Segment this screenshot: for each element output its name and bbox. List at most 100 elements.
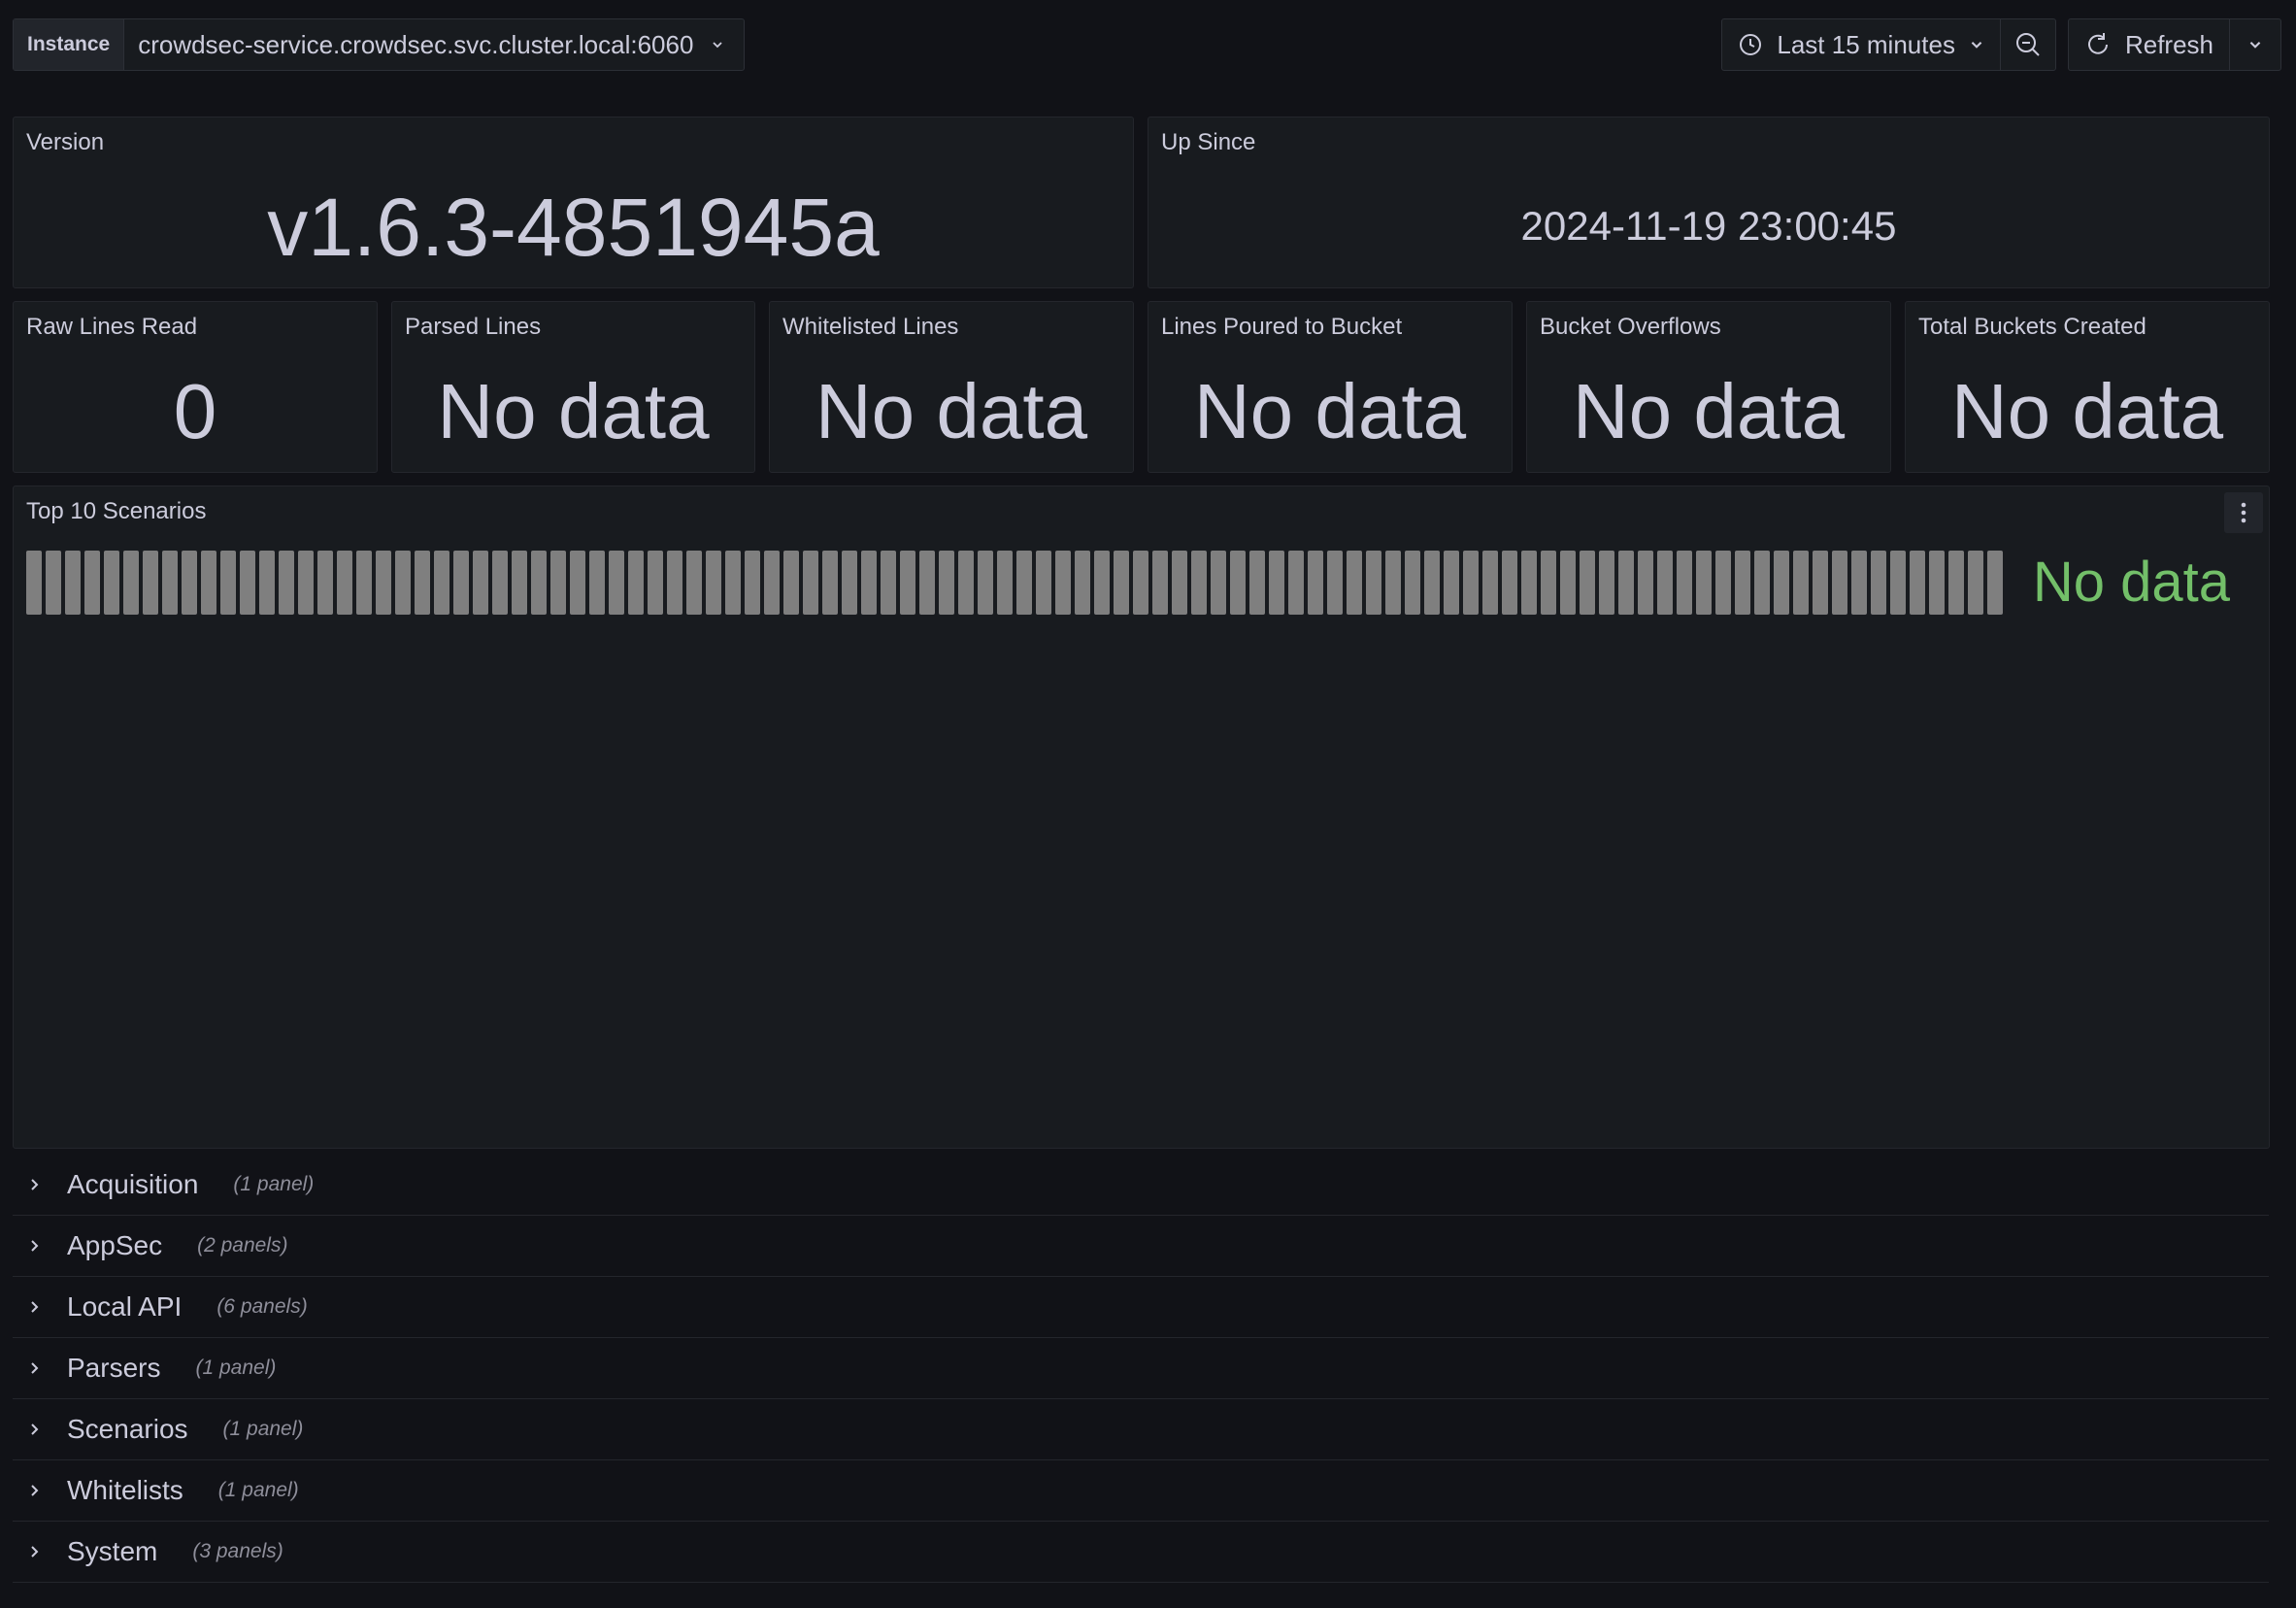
- row-panel-count: (6 panels): [216, 1295, 308, 1318]
- bar-segment: [240, 551, 255, 615]
- bar-segment: [1580, 551, 1595, 615]
- bar-segment: [1075, 551, 1090, 615]
- bar-segment: [182, 551, 197, 615]
- dashboard-row[interactable]: Scenarios (1 panel): [13, 1399, 2269, 1460]
- bar-segment: [1754, 551, 1770, 615]
- dashboard-row[interactable]: Whitelists (1 panel): [13, 1460, 2269, 1522]
- bar-segment: [1521, 551, 1537, 615]
- zoom-out-button[interactable]: [1999, 19, 2055, 70]
- bar-segment: [376, 551, 391, 615]
- instance-select-value: crowdsec-service.crowdsec.svc.cluster.lo…: [138, 29, 694, 59]
- bar-segment: [1851, 551, 1867, 615]
- dashboard-row[interactable]: Parsers (1 panel): [13, 1338, 2269, 1399]
- bar-segment: [706, 551, 721, 615]
- bar-segment: [1832, 551, 1847, 615]
- bar-segment: [881, 551, 896, 615]
- row-title: System: [67, 1536, 158, 1566]
- bar-segment: [1968, 551, 1983, 615]
- bar-segment: [1347, 551, 1362, 615]
- bar-segment: [1269, 551, 1284, 615]
- bar-segment: [745, 551, 760, 615]
- total-buckets-panel: Total Buckets Created No data: [1905, 301, 2270, 473]
- bar-segment: [1463, 551, 1479, 615]
- refresh-icon: [2088, 33, 2108, 54]
- bar-segment: [143, 551, 158, 615]
- bar-segment: [298, 551, 314, 615]
- bar-segment: [1541, 551, 1556, 615]
- bar-segment: [473, 551, 488, 615]
- dashboard-row[interactable]: AppSec (2 panels): [13, 1216, 2269, 1277]
- bar-segment: [512, 551, 527, 615]
- bar-segment: [842, 551, 857, 615]
- panel-title: Parsed Lines: [405, 314, 542, 340]
- bar-segment: [1677, 551, 1692, 615]
- bar-segment: [492, 551, 508, 615]
- bar-segment: [279, 551, 294, 615]
- bar-segment: [356, 551, 372, 615]
- bar-segment: [1871, 551, 1886, 615]
- bar-segment: [1638, 551, 1653, 615]
- bar-segment: [1327, 551, 1343, 615]
- chevron-right-icon: [31, 1485, 39, 1496]
- up-since-value: 2024-11-19 23:00:45: [1520, 203, 1897, 249]
- dashboard-row[interactable]: Acquisition (1 panel): [13, 1155, 2269, 1216]
- chevron-down-icon: [1971, 41, 1982, 49]
- panel-title: Total Buckets Created: [1918, 314, 2146, 340]
- panel-title: Version: [26, 129, 105, 155]
- clock-icon: [1740, 34, 1762, 55]
- total-buckets-value: No data: [1950, 368, 2224, 454]
- bar-segment: [667, 551, 682, 615]
- panel-title: Raw Lines Read: [26, 314, 198, 340]
- bar-segment: [434, 551, 449, 615]
- time-controls: Last 15 minutes Refresh: [1721, 18, 2281, 71]
- bar-segment: [978, 551, 993, 615]
- bar-segment: [570, 551, 585, 615]
- bar-segment: [919, 551, 935, 615]
- lines-poured-value: No data: [1193, 368, 1467, 454]
- bar-segment: [822, 551, 838, 615]
- bar-segment: [1172, 551, 1187, 615]
- dashboard-row[interactable]: Local API (6 panels): [13, 1277, 2269, 1338]
- lines-poured-panel: Lines Poured to Bucket No data: [1148, 301, 1513, 473]
- bar-segment: [550, 551, 566, 615]
- bar-segment: [65, 551, 81, 615]
- bar-segment: [686, 551, 702, 615]
- chevron-right-icon: [31, 1424, 39, 1435]
- refresh-group: Refresh: [2067, 18, 2281, 71]
- row-panel-count: (1 panel): [222, 1418, 304, 1440]
- refresh-interval-dropdown[interactable]: [2229, 19, 2280, 70]
- bar-segment: [1890, 551, 1906, 615]
- bar-segment: [317, 551, 333, 615]
- bar-segment: [395, 551, 411, 615]
- parsed-lines-panel: Parsed Lines No data: [391, 301, 755, 473]
- bar-segment: [764, 551, 780, 615]
- chevron-right-icon: [31, 1179, 39, 1190]
- panel-title: Up Since: [1161, 129, 1256, 155]
- bar-segment: [958, 551, 974, 615]
- dashboard-row[interactable]: System (3 panels): [13, 1522, 2269, 1583]
- top-scenarios-panel: Top 10 Scenarios No data: [13, 486, 2270, 1149]
- bar-segment: [1560, 551, 1576, 615]
- instance-select[interactable]: crowdsec-service.crowdsec.svc.cluster.lo…: [124, 19, 744, 70]
- bar-segment: [939, 551, 954, 615]
- panel-menu-button[interactable]: [2224, 492, 2263, 533]
- bar-segment: [1055, 551, 1071, 615]
- refresh-button[interactable]: Refresh: [2069, 19, 2229, 70]
- row-title: Scenarios: [67, 1414, 188, 1444]
- bar-segment: [861, 551, 877, 615]
- chevron-down-icon: [2249, 41, 2261, 49]
- bar-segment: [1114, 551, 1129, 615]
- bar-segment: [26, 551, 42, 615]
- bar-segment: [1211, 551, 1226, 615]
- time-range-picker[interactable]: Last 15 minutes: [1722, 19, 2000, 70]
- bar-segment: [1230, 551, 1246, 615]
- bar-segment: [628, 551, 644, 615]
- bar-segment: [1793, 551, 1809, 615]
- bar-segment: [648, 551, 663, 615]
- panel-title: Whitelisted Lines: [782, 314, 959, 340]
- panel-title: Bucket Overflows: [1540, 314, 1721, 340]
- bar-segment: [1385, 551, 1401, 615]
- bar-segment: [1929, 551, 1945, 615]
- bar-segment: [1133, 551, 1148, 615]
- bar-segment: [1094, 551, 1110, 615]
